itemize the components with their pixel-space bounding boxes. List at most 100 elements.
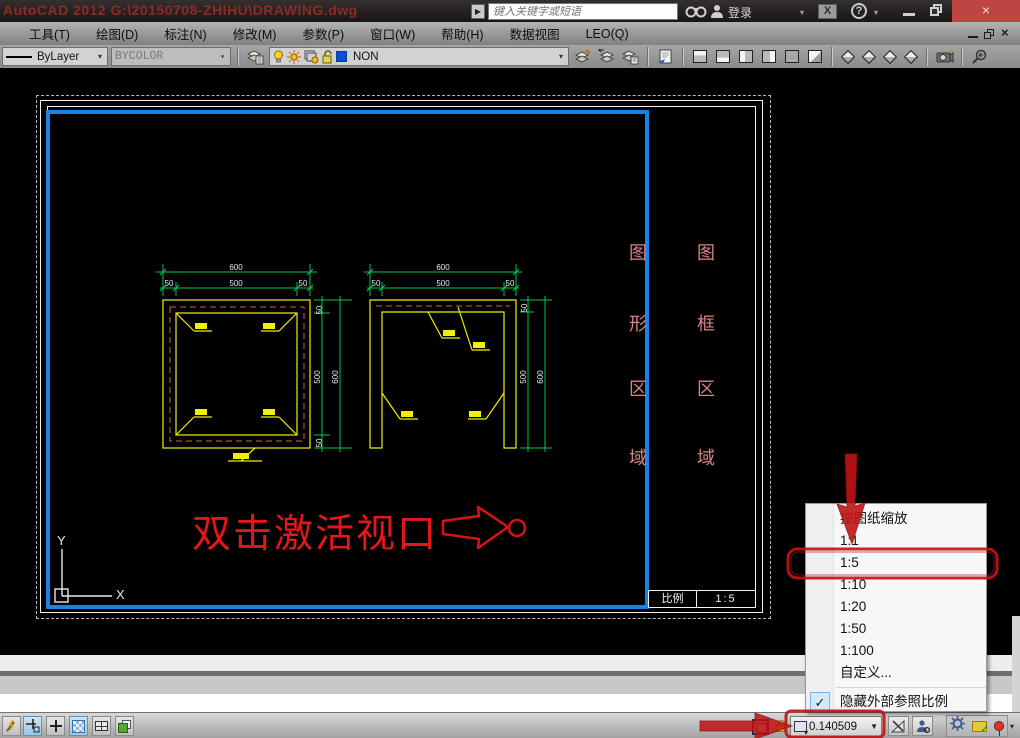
region-label-viewport: 图 — [629, 243, 647, 263]
user-icon[interactable] — [709, 3, 725, 24]
scale-option-fit[interactable]: 按图纸缩放 — [806, 508, 986, 530]
plot-status-icon[interactable] — [971, 720, 989, 735]
view-se-iso-icon[interactable] — [861, 49, 877, 64]
view-back-icon[interactable] — [808, 50, 822, 63]
view-sw-iso-icon[interactable] — [840, 49, 856, 64]
color-combo[interactable]: BYCOLOR ▾ — [111, 47, 231, 66]
linetype-combo[interactable]: ByLayer ▾ — [2, 47, 108, 66]
window-title: AutoCAD 2012 G:\20150708-ZHIHU\DRAWING.d… — [3, 2, 358, 18]
exchange-apps-icon[interactable]: X — [818, 4, 837, 19]
menu-bar: 工具(T) 绘图(D) 标注(N) 修改(M) 参数(P) 窗口(W) 帮助(H… — [0, 22, 1020, 45]
checkmark-icon: ✓ — [810, 692, 830, 712]
menu-draw[interactable]: 绘图(D) — [83, 24, 151, 43]
region-label-frame: 域 — [697, 448, 715, 468]
help-icon[interactable]: ? — [851, 3, 867, 19]
minimize-button[interactable] — [903, 13, 915, 16]
menu-tools[interactable]: 工具(T) — [16, 24, 83, 43]
region-label-viewport: 区 — [629, 379, 647, 399]
ortho-mode-icon[interactable] — [92, 716, 111, 736]
viewport-scale-icon — [794, 721, 808, 737]
doc-close-button[interactable]: × — [1001, 25, 1009, 40]
camera-icon[interactable] — [934, 47, 955, 67]
menu-window[interactable]: 窗口(W) — [357, 24, 428, 43]
scale-option-custom[interactable]: 自定义... — [806, 662, 986, 684]
autocad-window: AutoCAD 2012 G:\20150708-ZHIHU\DRAWING.d… — [0, 0, 1020, 738]
toolbar-separator — [682, 47, 684, 66]
linetype-value: ByLayer — [37, 50, 80, 63]
layer-on-bulb-icon — [274, 50, 283, 62]
status-overflow-caret-icon[interactable]: ▾ — [1010, 722, 1014, 731]
infocenter-expand-icon[interactable]: ▶ — [471, 4, 485, 19]
scrollbar-edge[interactable] — [1012, 616, 1020, 712]
scale-option-1-5[interactable]: 1:5 — [806, 552, 986, 574]
infer-constraints-icon[interactable] — [2, 716, 21, 736]
doc-minimize-button[interactable] — [968, 36, 978, 38]
menu-leo[interactable]: LEO(Q) — [573, 27, 642, 41]
toolbar-separator — [926, 47, 928, 66]
signin-caret-icon[interactable]: ▾ — [800, 8, 804, 17]
scale-option-1-100[interactable]: 1:100 — [806, 640, 986, 662]
combo-arrow-icon: ▾ — [97, 52, 102, 61]
scale-dropdown-arrow-icon: ▼ — [870, 722, 878, 731]
search-input[interactable] — [488, 3, 678, 20]
toolbar-separator — [647, 47, 649, 66]
viewport-tip-annotation: 双击激活视口 — [192, 513, 439, 556]
layer-states-icon[interactable] — [620, 47, 641, 67]
ortho-rect-icon — [95, 721, 108, 731]
menu-modify[interactable]: 修改(M) — [220, 24, 290, 43]
search-binoculars-icon[interactable] — [685, 3, 707, 24]
menu-dimension[interactable]: 标注(N) — [151, 24, 219, 43]
region-label-frame: 区 — [697, 379, 715, 399]
signin-label[interactable]: 登录 — [728, 4, 752, 21]
viewport-lock-icon[interactable] — [776, 720, 785, 732]
zoom-previous-icon[interactable] — [969, 47, 990, 67]
view-nw-iso-icon[interactable] — [903, 49, 919, 64]
viewport-scale-button[interactable]: 0.140509 ▼ — [790, 716, 882, 737]
scale-option-1-10[interactable]: 1:10 — [806, 574, 986, 596]
view-right-icon[interactable] — [762, 50, 776, 63]
tray-balloon-icon[interactable] — [993, 721, 1004, 736]
toolbar-separator — [831, 47, 833, 66]
previous-layer-icon[interactable] — [596, 47, 617, 67]
scale-option-1-50[interactable]: 1:50 — [806, 618, 986, 640]
color-value: BYCOLOR — [115, 50, 164, 63]
layer-unlock-icon — [322, 49, 332, 63]
region-label-frame: 框 — [697, 314, 715, 334]
combo-arrow-icon: ▾ — [220, 52, 225, 62]
layer-combo[interactable]: NON ▾ — [269, 47, 569, 66]
layer-vp-freeze-icon — [304, 50, 319, 63]
view-top-icon[interactable] — [693, 50, 707, 63]
title-bar: AutoCAD 2012 G:\20150708-ZHIHU\DRAWING.d… — [0, 0, 1020, 22]
view-ne-iso-icon[interactable] — [882, 49, 898, 64]
tray-settings-icon[interactable] — [950, 716, 966, 736]
restore-button[interactable] — [930, 4, 943, 17]
grid-display-icon[interactable] — [69, 716, 88, 736]
hide-xref-scales-label: 隐藏外部参照比例 — [840, 694, 948, 709]
status-bar: 0.140509 ▼ ▾ — [0, 712, 1020, 738]
make-layer-current-icon[interactable] — [572, 47, 593, 67]
hide-xref-scales-option[interactable]: ✓ 隐藏外部参照比例 — [806, 691, 986, 713]
region-label-frame: 图 — [697, 243, 715, 263]
annotation-visibility-icon[interactable] — [912, 716, 933, 736]
doc-restore-button[interactable] — [984, 29, 995, 39]
view-bottom-icon[interactable] — [716, 50, 730, 63]
grid-snap-icon[interactable] — [46, 716, 65, 736]
maximize-viewport-icon[interactable] — [752, 719, 769, 735]
annotation-scale-sync-icon[interactable] — [888, 716, 909, 736]
toolbar-separator — [237, 47, 239, 66]
layer-properties-icon[interactable] — [245, 47, 266, 67]
snap-mode-icon[interactable] — [23, 716, 42, 736]
view-left-icon[interactable] — [739, 50, 753, 63]
close-button[interactable]: × — [952, 0, 1020, 22]
scale-option-1-1[interactable]: 1:1 — [806, 530, 986, 552]
restore-icon — [930, 7, 939, 16]
menu-parametric[interactable]: 参数(P) — [289, 24, 357, 43]
named-views-icon[interactable] — [655, 47, 676, 67]
menu-dataview[interactable]: 数据视图 — [497, 24, 573, 43]
paper-space-icon[interactable] — [115, 716, 134, 736]
menu-help[interactable]: 帮助(H) — [428, 24, 496, 43]
help-caret-icon[interactable]: ▾ — [874, 8, 878, 17]
view-front-icon[interactable] — [785, 50, 799, 63]
scale-option-1-20[interactable]: 1:20 — [806, 596, 986, 618]
status-tray — [946, 715, 1008, 737]
